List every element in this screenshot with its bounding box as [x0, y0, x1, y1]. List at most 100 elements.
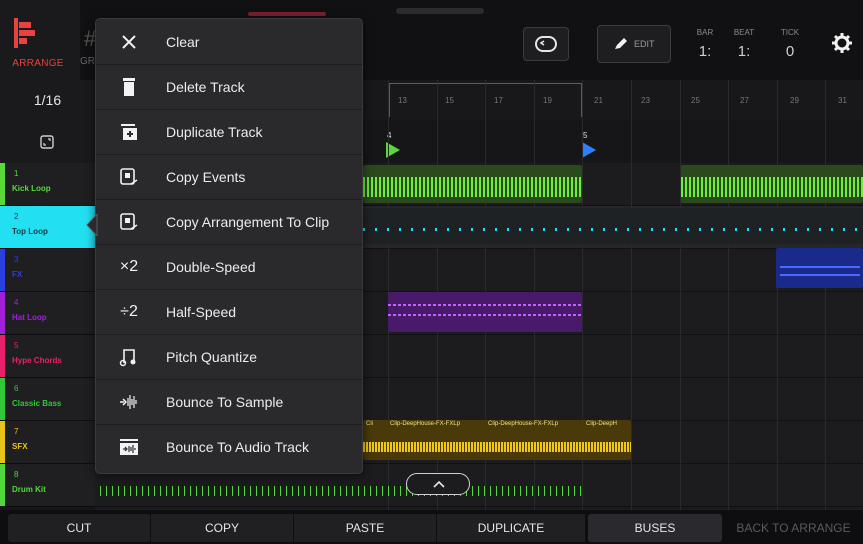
menu-item-label: Half-Speed	[166, 304, 237, 320]
track-number: 7	[14, 427, 19, 436]
track-number: 5	[14, 341, 19, 350]
track-name: Hat Loop	[12, 313, 47, 322]
track-color-bar	[0, 421, 5, 463]
menu-item-label: Delete Track	[166, 79, 245, 95]
track-number: 1	[14, 169, 19, 178]
bar-counter[interactable]: BAR 1:	[690, 28, 720, 60]
paste-button[interactable]: PASTE	[294, 514, 436, 542]
clip-drum-kit[interactable]	[100, 480, 582, 498]
menu-item-half-speed[interactable]: ÷2 Half-Speed	[96, 290, 362, 335]
scroll-indicator[interactable]	[396, 8, 484, 14]
clip-indicator	[248, 12, 326, 16]
track-4[interactable]: 4 Hat Loop	[0, 292, 95, 335]
bar-value: 1:	[698, 43, 712, 60]
track-5[interactable]: 5 Hype Chords	[0, 335, 95, 378]
bar-gridline	[631, 80, 632, 510]
track-name: FX	[12, 270, 23, 279]
trash-icon	[118, 77, 140, 97]
loop-button[interactable]	[523, 27, 569, 61]
clip-hat-loop[interactable]	[388, 292, 582, 332]
ruler-tick-label: 13	[398, 96, 407, 105]
track-2[interactable]: 2 Top Loop	[0, 206, 95, 249]
menu-item-pitch-quantize[interactable]: Pitch Quantize	[96, 335, 362, 380]
half-speed-icon: ÷2	[120, 303, 138, 320]
bounce-audio-icon	[118, 437, 140, 457]
ruler-tick-label: 25	[691, 96, 700, 105]
ruler-tick-label: 31	[838, 96, 847, 105]
menu-item-label: Clear	[166, 34, 200, 50]
menu-item-label: Bounce To Audio Track	[166, 439, 309, 455]
ruler-tick-label: 17	[494, 96, 503, 105]
track-number: 8	[14, 470, 19, 479]
track-name: Classic Bass	[12, 399, 62, 408]
pitch-quantize-icon	[118, 347, 140, 367]
chevron-up-icon	[433, 480, 445, 488]
quantize-value[interactable]: 1/16	[0, 80, 95, 120]
buses-button[interactable]: BUSES	[588, 514, 722, 542]
track-name: Kick Loop	[12, 184, 51, 193]
back-to-arrange-button[interactable]: BACK TO ARRANGE	[724, 514, 863, 542]
cut-button[interactable]: CUT	[8, 514, 150, 542]
ruler-tick-label: 21	[594, 96, 603, 105]
menu-item-double-speed[interactable]: ×2 Double-Speed	[96, 245, 362, 290]
menu-item-bounce-to-audio-track[interactable]: Bounce To Audio Track	[96, 425, 362, 470]
edit-button[interactable]: EDIT	[597, 25, 671, 63]
bounce-sample-icon	[118, 392, 140, 412]
menu-item-delete-track[interactable]: Delete Track	[96, 65, 362, 110]
track-name: Top Loop	[12, 227, 48, 236]
track-1[interactable]: 1 Kick Loop	[0, 163, 95, 206]
double-speed-icon: ×2	[119, 258, 139, 275]
menu-item-copy-arrangement-to-clip[interactable]: Copy Arrangement To Clip	[96, 200, 362, 245]
ruler-tick-label: 27	[740, 96, 749, 105]
menu-item-bounce-to-sample[interactable]: Bounce To Sample	[96, 380, 362, 425]
loop-end-marker[interactable]	[582, 140, 598, 160]
bar-gridline	[777, 80, 778, 510]
bar-gridline	[680, 80, 681, 510]
tab-arrange[interactable]: ARRANGE	[0, 0, 80, 80]
menu-item-label: Double-Speed	[166, 259, 256, 275]
menu-item-clear[interactable]: Clear	[96, 20, 362, 65]
track-6[interactable]: 6 Classic Bass	[0, 378, 95, 421]
beat-value: 1:	[737, 43, 751, 60]
track-color-bar	[0, 206, 5, 248]
track-name: SFX	[12, 442, 28, 451]
menu-item-duplicate-track[interactable]: Duplicate Track	[96, 110, 362, 155]
duplicate-button[interactable]: DUPLICATE	[437, 514, 585, 542]
track-number: 4	[14, 298, 19, 307]
beat-counter[interactable]: BEAT 1:	[729, 28, 759, 60]
arrange-icon	[14, 18, 35, 48]
track-7[interactable]: 7 SFX	[0, 421, 95, 464]
menu-item-copy-events[interactable]: Copy Events	[96, 155, 362, 200]
track-number: 6	[14, 384, 19, 393]
clip-sfx-label-c: Clip-DeepH	[586, 421, 618, 427]
ruler-tick-label: 23	[641, 96, 650, 105]
ruler-tick-label: 19	[543, 96, 552, 105]
close-icon	[118, 32, 140, 52]
track-8[interactable]: 8 Drum Kit	[0, 464, 95, 507]
edit-label: EDIT	[634, 39, 655, 49]
tick-value: 0	[785, 43, 795, 60]
track-number: 2	[14, 212, 19, 221]
clip-top-loop[interactable]	[363, 208, 863, 244]
zoom-fit-icon	[40, 135, 54, 149]
gear-icon[interactable]	[831, 32, 853, 54]
copy-button[interactable]: COPY	[151, 514, 293, 542]
ruler-tick-label: 15	[445, 96, 454, 105]
clip-kick-loop[interactable]	[363, 165, 582, 203]
bar-gridline	[825, 80, 826, 510]
tick-counter[interactable]: TICK 0	[775, 28, 805, 60]
tick-label: TICK	[780, 28, 800, 37]
menu-item-label: Duplicate Track	[166, 124, 263, 140]
zoom-button[interactable]	[0, 120, 95, 163]
track-color-bar	[0, 464, 5, 506]
duplicate-track-icon	[118, 122, 140, 142]
expand-button[interactable]	[406, 473, 470, 495]
copy-to-clip-icon	[118, 212, 140, 232]
track-3[interactable]: 3 FX	[0, 249, 95, 292]
tab-grid-label[interactable]: GR	[80, 56, 95, 67]
beat-label: BEAT	[733, 28, 755, 37]
clip-fx[interactable]	[776, 248, 863, 288]
clip-kick-loop-2[interactable]	[681, 165, 863, 203]
track-color-bar	[0, 249, 5, 291]
clip-sfx-label-b: Clip-DeepHouse-FX-FXLp	[488, 421, 559, 427]
